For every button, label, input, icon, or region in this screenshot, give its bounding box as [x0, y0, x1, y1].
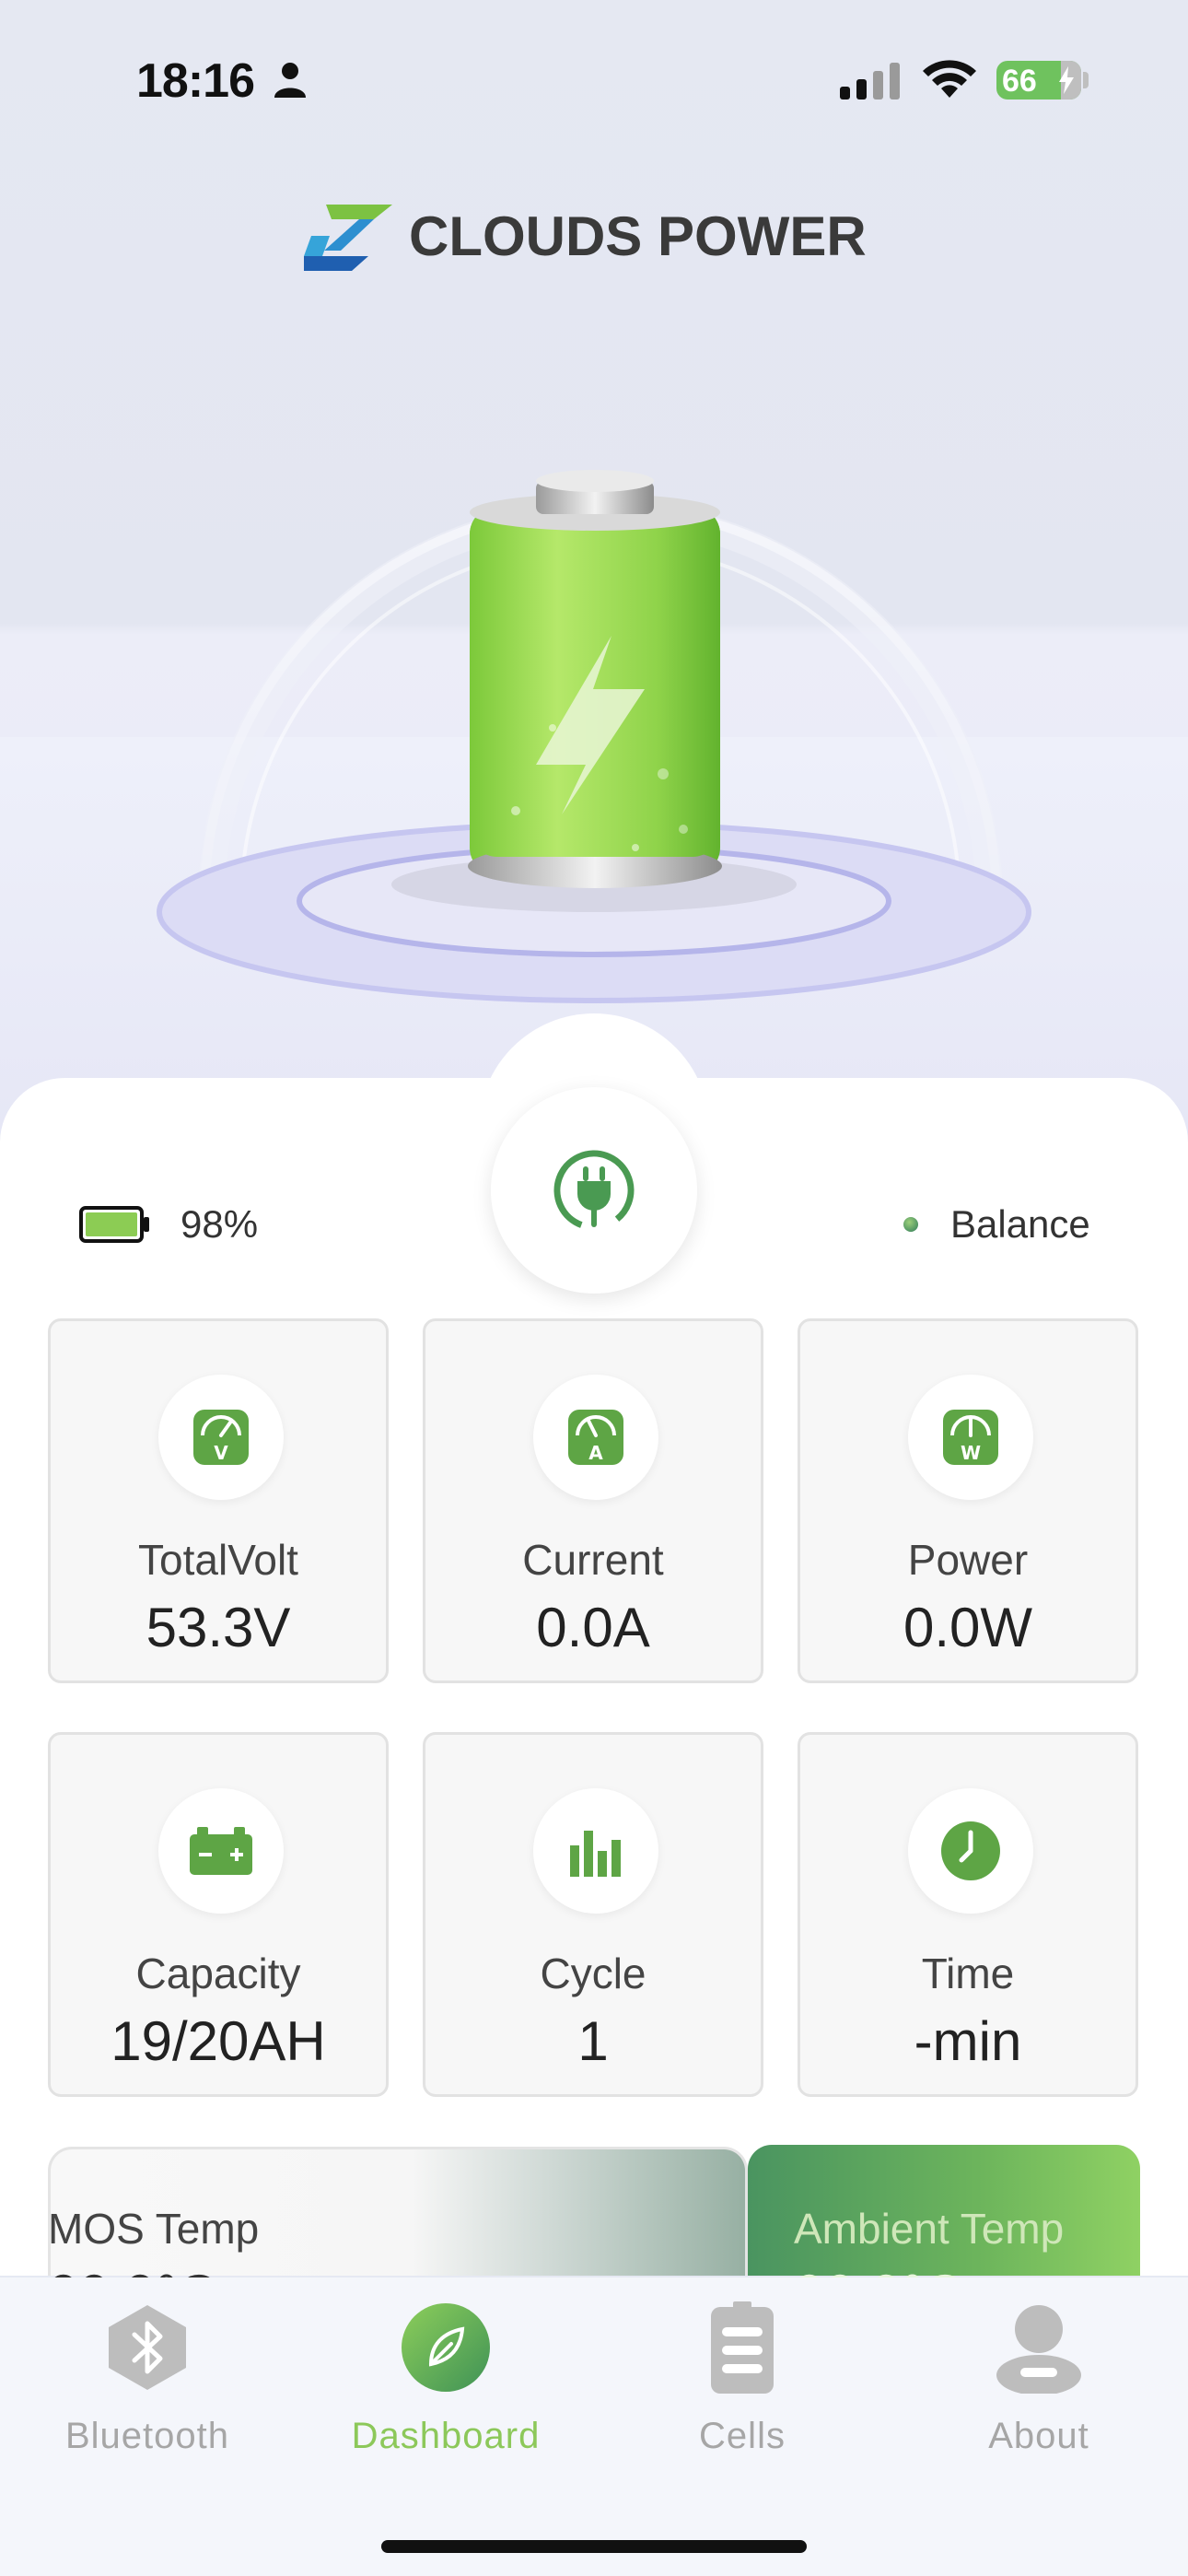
metric-value: 19/20AH [111, 2010, 326, 2072]
brand-name: CLOUDS POWER [409, 205, 867, 267]
metric-value: 0.0W [903, 1597, 1033, 1658]
charging-bolt-icon [1059, 66, 1074, 94]
person-icon [996, 2305, 1081, 2394]
tab-label: Bluetooth [64, 2416, 230, 2456]
battery-status-nub [1083, 72, 1089, 88]
home-indicator[interactable] [381, 2540, 807, 2553]
plug-icon [553, 1150, 635, 1231]
svg-text:W: W [961, 1442, 981, 1464]
metric-value: 0.0A [536, 1597, 650, 1658]
metric-tile-capacity: Capacity 19/20AH [48, 1732, 389, 2097]
wifi-icon [923, 60, 976, 98]
balance-label: Balance [950, 1202, 1090, 1246]
voltmeter-icon: V [193, 1410, 249, 1465]
metric-value: -min [914, 2010, 1022, 2072]
metric-value: 1 [577, 2010, 609, 2072]
tab-cells[interactable]: Cells [623, 2294, 862, 2460]
metric-label: TotalVolt [138, 1536, 298, 1584]
wattmeter-icon: W [943, 1410, 998, 1465]
svg-text:A: A [588, 1442, 603, 1464]
bar-chart-icon [570, 1831, 621, 1877]
battery-level-icon [79, 1206, 149, 1243]
balance-status-dot [903, 1217, 918, 1232]
battery-hero-illustration [157, 470, 1031, 1003]
tab-label: Dashboard [351, 2416, 541, 2456]
metric-label: Power [907, 1536, 1029, 1584]
tab-label: Cells [699, 2416, 786, 2456]
cellular-signal-icon [840, 63, 900, 100]
metric-tile-current: A Current 0.0A [423, 1318, 763, 1683]
metric-label: Current [522, 1536, 664, 1584]
status-bar: 18:16 66 [0, 0, 1188, 157]
mos-temp-label: MOS Temp [48, 2205, 260, 2253]
tab-label: About [988, 2416, 1089, 2456]
battery-terminals-icon [190, 1827, 252, 1875]
ammeter-icon-circle: A [533, 1375, 658, 1500]
metric-label: Cycle [540, 1950, 646, 1997]
clock-icon [941, 1821, 1000, 1880]
cells-battery-icon [711, 2301, 774, 2394]
dashboard-leaf-icon [402, 2303, 490, 2392]
battery-status-icon: 66 [996, 61, 1081, 100]
metric-label: Capacity [135, 1950, 301, 1997]
state-of-charge: 98% [181, 1202, 259, 1246]
status-time: 18:16 [136, 54, 255, 108]
battery-percent: 66 [1002, 64, 1037, 99]
charge-status-button[interactable] [491, 1087, 697, 1294]
capacity-icon-circle [158, 1788, 284, 1914]
wattmeter-icon-circle: W [908, 1375, 1033, 1500]
time-icon-circle [908, 1788, 1033, 1914]
ammeter-icon: A [568, 1410, 623, 1465]
metric-tile-totalvolt: V TotalVolt 53.3V [48, 1318, 389, 1683]
tab-about[interactable]: About [919, 2294, 1159, 2460]
voltmeter-icon-circle: V [158, 1375, 284, 1500]
tab-bluetooth[interactable]: Bluetooth [28, 2294, 267, 2460]
svg-text:V: V [214, 1442, 228, 1464]
cycle-icon-circle [533, 1788, 658, 1914]
metric-label: Time [921, 1950, 1015, 1997]
ambient-temp-label: Ambient Temp [794, 2205, 1065, 2253]
metric-value: 53.3V [146, 1597, 291, 1658]
tab-dashboard[interactable]: Dashboard [326, 2294, 565, 2460]
person-status-icon [274, 63, 306, 98]
clouds-power-logo [304, 205, 392, 271]
metric-tile-time: Time -min [798, 1732, 1138, 2097]
metric-tile-power: W Power 0.0W [798, 1318, 1138, 1683]
bluetooth-icon [109, 2305, 186, 2390]
metric-tile-cycle: Cycle 1 [423, 1732, 763, 2097]
